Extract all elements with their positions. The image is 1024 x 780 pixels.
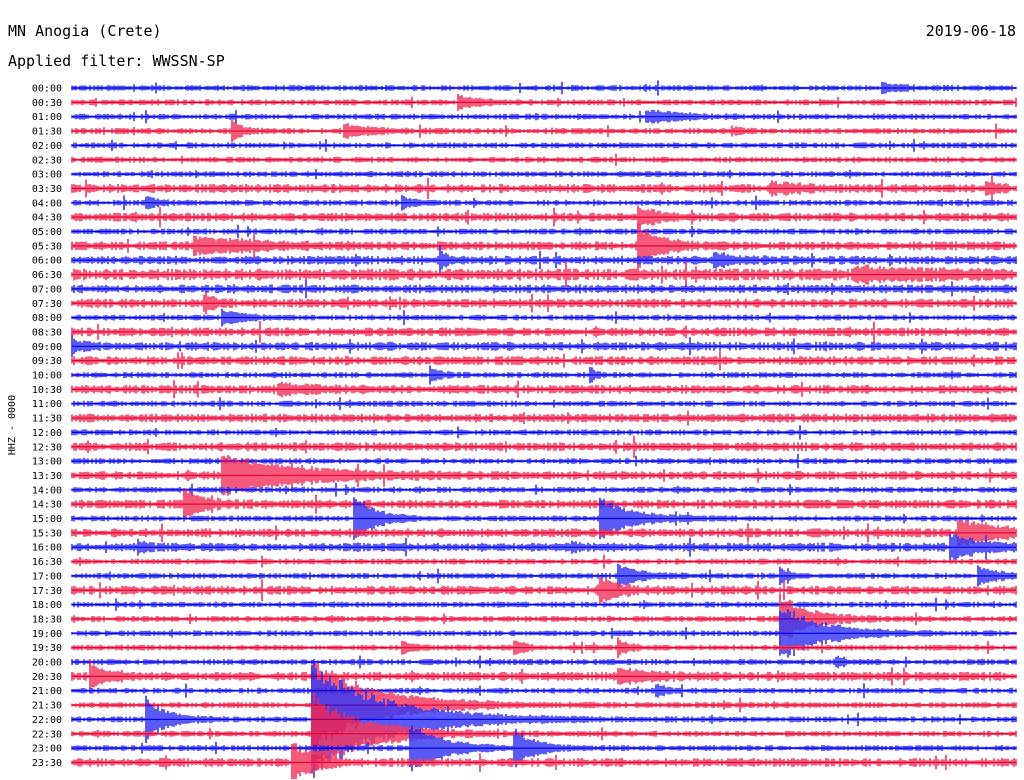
time-tick-label: 05:30: [32, 241, 62, 252]
time-tick-label: 19:00: [32, 629, 62, 640]
time-tick-label: 07:00: [32, 284, 62, 295]
time-tick-label: 01:00: [32, 112, 62, 123]
time-tick-label: 04:30: [32, 213, 62, 224]
time-tick-label: 09:00: [32, 342, 62, 353]
time-tick-label: 23:00: [32, 744, 62, 755]
time-tick-label: 03:30: [32, 184, 62, 195]
filter-label: Applied filter: WWSSN-SP: [8, 52, 225, 70]
time-tick-label: 08:00: [32, 313, 62, 324]
time-tick-label: 02:00: [32, 141, 62, 152]
station-title: MN Anogia (Crete): [8, 22, 162, 40]
time-tick-label: 17:30: [32, 586, 62, 597]
time-tick-label: 14:00: [32, 485, 62, 496]
time-tick-label: 08:30: [32, 327, 62, 338]
time-tick-label: 13:00: [32, 457, 62, 468]
time-tick-label: 06:30: [32, 270, 62, 281]
time-tick-label: 01:30: [32, 127, 62, 138]
time-tick-label: 13:30: [32, 471, 62, 482]
time-tick-label: 15:00: [32, 514, 62, 525]
date-label: 2019-06-18: [926, 22, 1016, 40]
time-tick-label: 23:30: [32, 758, 62, 769]
time-tick-label: 12:30: [32, 442, 62, 453]
helicorder-chart: MN Anogia (Crete) 2019-06-18 Applied fil…: [7, 22, 1017, 779]
y-axis-label: HHZ - 0000: [7, 395, 18, 455]
time-tick-label: 03:00: [32, 170, 62, 181]
time-tick-label: 16:00: [32, 543, 62, 554]
time-tick-label: 21:30: [32, 701, 62, 712]
time-tick-label: 07:30: [32, 299, 62, 310]
time-tick-label: 00:00: [32, 84, 62, 95]
time-tick-labels: 00:00 00:30 01:00 01:30 02:00 02:30 03:00 03:30…: [32, 84, 62, 769]
time-tick-label: 02:30: [32, 155, 62, 166]
time-tick-label: 11:00: [32, 399, 62, 410]
time-tick-label: 18:00: [32, 600, 62, 611]
time-tick-label: 20:00: [32, 658, 62, 669]
time-tick-label: 05:00: [32, 227, 62, 238]
time-tick-label: 22:00: [32, 715, 62, 726]
time-tick-label: 18:30: [32, 614, 62, 625]
time-tick-label: 04:00: [32, 198, 62, 209]
time-tick-label: 06:00: [32, 256, 62, 267]
time-tick-label: 11:30: [32, 414, 62, 425]
seismic-traces: [71, 80, 1017, 779]
time-tick-label: 09:30: [32, 356, 62, 367]
time-tick-label: 00:30: [32, 98, 62, 109]
time-tick-label: 10:00: [32, 371, 62, 382]
time-tick-label: 15:30: [32, 528, 62, 539]
time-tick-label: 16:30: [32, 557, 62, 568]
time-tick-label: 21:00: [32, 686, 62, 697]
time-tick-label: 22:30: [32, 729, 62, 740]
time-tick-label: 20:30: [32, 672, 62, 683]
time-tick-label: 10:30: [32, 385, 62, 396]
time-tick-label: 12:00: [32, 428, 62, 439]
time-tick-label: 19:30: [32, 643, 62, 654]
time-tick-label: 17:00: [32, 571, 62, 582]
time-tick-label: 14:30: [32, 500, 62, 511]
